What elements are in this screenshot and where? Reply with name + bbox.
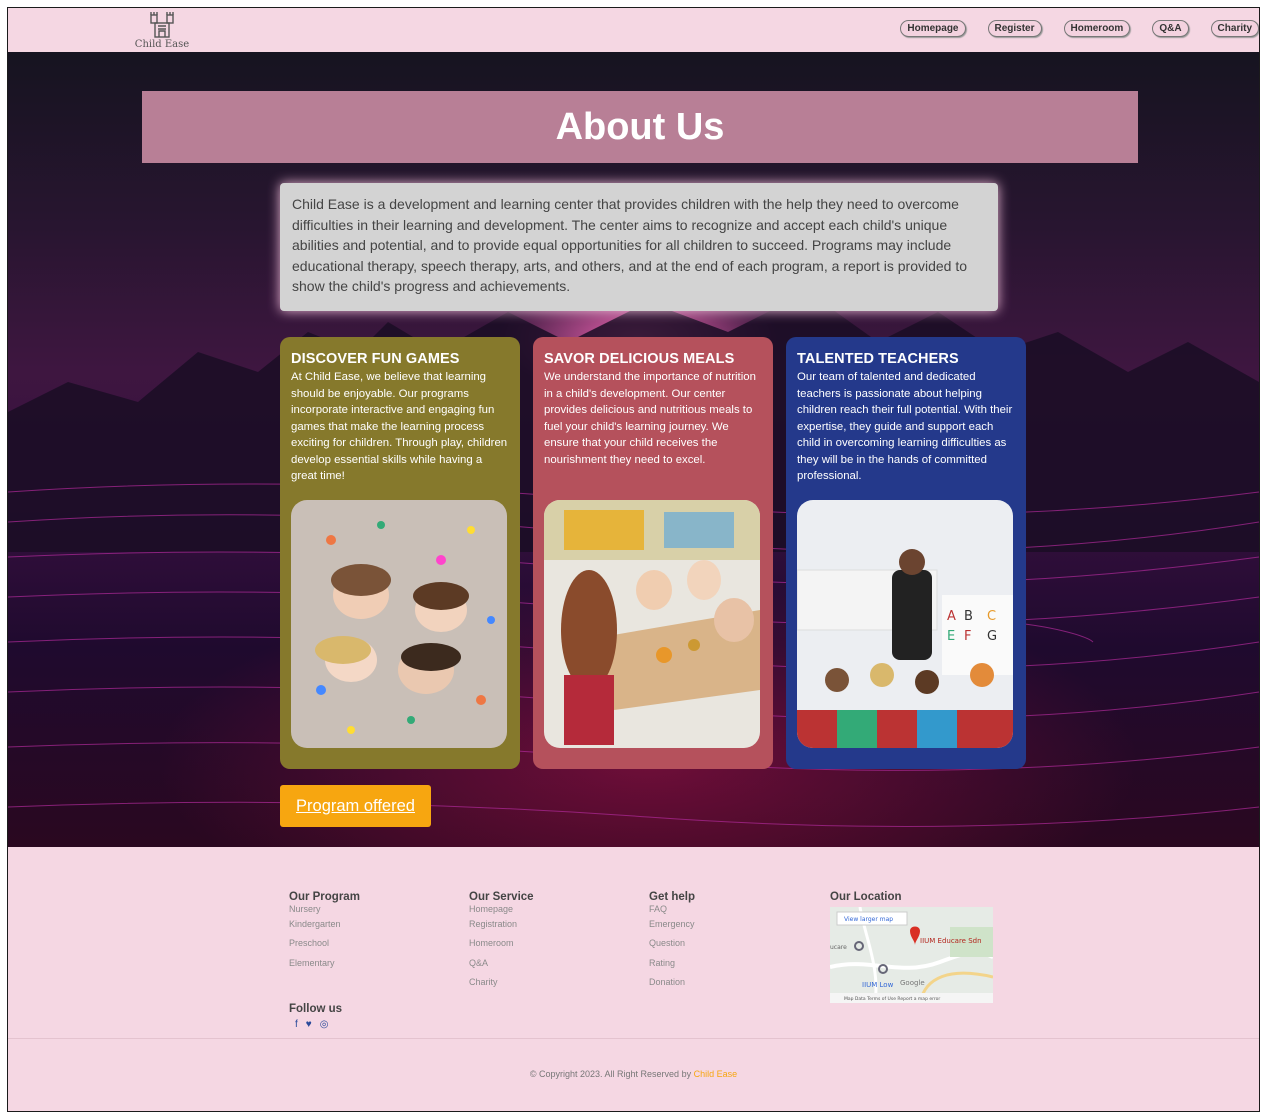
children-confetti-image — [291, 500, 507, 748]
footer-link[interactable]: FAQ — [649, 903, 695, 915]
map-place2-label: IIUM Low — [862, 981, 894, 989]
copyright-brand-link[interactable]: Child Ease — [694, 1069, 738, 1079]
card-teachers: TALENTED TEACHERS Our team of talented a… — [786, 337, 1026, 769]
main-nav: Homepage Register Homeroom Q&A Charity — [878, 20, 1259, 37]
page-title: About Us — [555, 105, 725, 148]
map-place-label: IIUM Educare Sdn — [920, 937, 982, 945]
hero-section: About Us Child Ease is a development and… — [8, 52, 1259, 847]
page-frame: Child Ease Homepage Register Homeroom Q&… — [7, 7, 1260, 1112]
footer-link[interactable]: Rating — [649, 954, 695, 973]
footer-link[interactable]: Question — [649, 934, 695, 953]
card-title: SAVOR DELICIOUS MEALS — [544, 351, 735, 367]
nav-register[interactable]: Register — [987, 20, 1042, 37]
footer-link[interactable]: Q&A — [469, 954, 534, 973]
svg-text:A: A — [947, 609, 956, 624]
svg-text:C: C — [987, 609, 996, 624]
map-attribution: Map Data Terms of Use Report a map error — [844, 996, 940, 1002]
follow-us: Follow us f ♥ ◎ — [289, 1003, 342, 1030]
footer-col-title: Our Service — [469, 891, 534, 903]
footer-link[interactable]: Kindergarten — [289, 915, 360, 934]
nav-homepage[interactable]: Homepage — [900, 20, 966, 37]
nav-qa[interactable]: Q&A — [1152, 20, 1189, 37]
footer-col-help: Get help FAQ Emergency Question Rating D… — [649, 891, 695, 992]
footer-link[interactable]: Emergency — [649, 915, 695, 934]
card-fun-games: DISCOVER FUN GAMES At Child Ease, we bel… — [280, 337, 520, 769]
footer-link[interactable]: Charity — [469, 973, 534, 992]
footer-col-program: Our Program Nursery Kindergarten Prescho… — [289, 891, 360, 973]
copyright-text: © Copyright 2023. All Right Reserved by — [529, 1069, 692, 1079]
map-larger-link[interactable]: View larger map — [844, 916, 893, 923]
map-graphic: View larger map IIUM Educare Sdn ucare I… — [830, 907, 993, 1003]
teacher-classroom-image: A B C E F G — [797, 500, 1013, 748]
facebook-icon[interactable]: f — [295, 1019, 298, 1030]
google-logo: Google — [900, 979, 925, 987]
location-map[interactable]: View larger map IIUM Educare Sdn ucare I… — [830, 907, 993, 1003]
svg-text:G: G — [987, 629, 997, 644]
social-links: f ♥ ◎ — [295, 1019, 342, 1030]
copyright: © Copyright 2023. All Right Reserved by … — [8, 1069, 1259, 1079]
footer: Our Program Nursery Kindergarten Prescho… — [8, 847, 1259, 1111]
nav-charity[interactable]: Charity — [1210, 20, 1259, 37]
card-title: DISCOVER FUN GAMES — [291, 351, 460, 367]
card-text: Our team of talented and dedicated teach… — [797, 371, 1013, 482]
footer-link[interactable]: Preschool — [289, 934, 360, 953]
about-intro: Child Ease is a development and learning… — [280, 183, 998, 311]
card-meals: SAVOR DELICIOUS MEALS We understand the … — [533, 337, 773, 769]
svg-text:E: E — [947, 629, 955, 644]
footer-link[interactable]: Elementary — [289, 954, 360, 973]
nav-homeroom[interactable]: Homeroom — [1063, 20, 1131, 37]
follow-title: Follow us — [289, 1003, 343, 1015]
footer-link[interactable]: Homepage — [469, 903, 534, 915]
svg-text:B: B — [964, 609, 973, 624]
logo[interactable]: Child Ease — [132, 9, 192, 51]
map-left-label: ucare — [830, 944, 847, 951]
twitter-icon[interactable]: ♥ — [306, 1019, 312, 1030]
children-meal-image — [544, 500, 760, 748]
about-title-bar: About Us — [142, 91, 1138, 163]
footer-link[interactable]: Donation — [649, 973, 695, 992]
logo-text: Child Ease — [134, 39, 190, 50]
footer-col-location: Our Location — [830, 891, 902, 903]
footer-divider — [8, 1038, 1259, 1039]
instagram-icon[interactable]: ◎ — [320, 1019, 329, 1030]
footer-col-title: Our Location — [830, 891, 902, 903]
card-text: At Child Ease, we believe that learning … — [291, 371, 508, 482]
card-title: TALENTED TEACHERS — [797, 351, 959, 367]
castle-logo-icon — [150, 12, 174, 38]
footer-link[interactable]: Homeroom — [469, 934, 534, 953]
top-navbar: Child Ease Homepage Register Homeroom Q&… — [8, 8, 1259, 52]
footer-link[interactable]: Nursery — [289, 903, 360, 915]
program-offered-button[interactable]: Program offered — [280, 785, 431, 827]
footer-link[interactable]: Registration — [469, 915, 534, 934]
footer-col-service: Our Service Homepage Registration Homero… — [469, 891, 534, 992]
card-text: We understand the importance of nutritio… — [544, 371, 756, 466]
footer-col-title: Get help — [649, 891, 696, 903]
svg-text:F: F — [964, 629, 971, 644]
footer-col-title: Our Program — [289, 891, 360, 903]
